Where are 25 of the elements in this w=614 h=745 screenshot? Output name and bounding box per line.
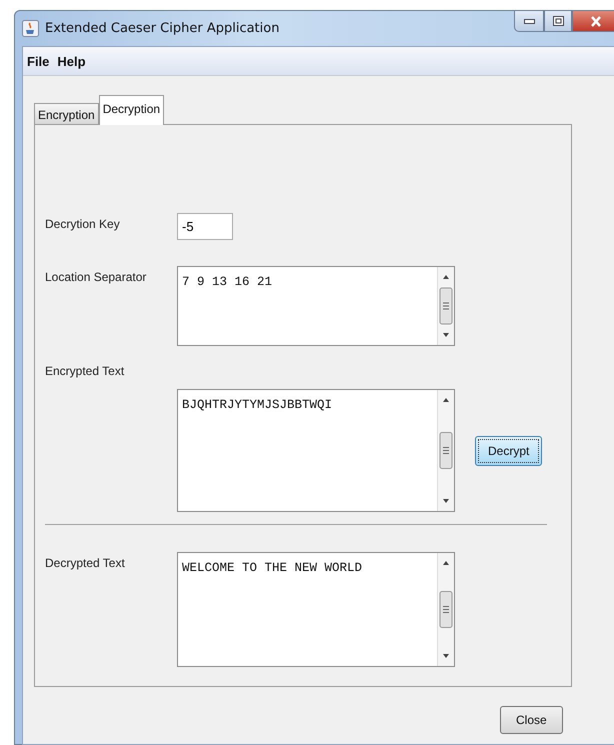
field-label: Decrytion Key xyxy=(45,216,121,231)
scrollbar[interactable] xyxy=(438,267,454,345)
scrollbar[interactable] xyxy=(438,390,454,511)
menu-item[interactable]: Help xyxy=(57,54,86,68)
close-icon xyxy=(590,16,602,26)
scrollbar[interactable] xyxy=(438,553,454,666)
field-label: Location Separator xyxy=(45,269,148,284)
close-button[interactable]: Close xyxy=(500,706,563,734)
window-title: Extended Caeser Cipher Application xyxy=(45,21,280,36)
menu-item[interactable]: File xyxy=(27,54,50,68)
text-area[interactable]: WELCOME TO THE NEW WORLD xyxy=(177,552,455,667)
text-area[interactable]: BJQHTRJYTYMJSJBBTWQI xyxy=(177,389,455,512)
decrypt-button[interactable]: Decrypt xyxy=(475,436,542,466)
text-area[interactable]: 7 9 13 16 21 xyxy=(177,266,455,346)
field-label: Decrypted Text xyxy=(45,555,126,570)
key-field[interactable]: -5 xyxy=(177,213,233,240)
maximize-icon xyxy=(552,16,564,26)
minimize-icon xyxy=(524,18,534,24)
tab[interactable]: Decryption xyxy=(98,95,164,125)
tab[interactable]: Encryption xyxy=(34,103,99,124)
minimize-button[interactable] xyxy=(514,11,544,32)
java-cup-icon xyxy=(22,20,39,37)
field-label: Encrypted Text xyxy=(45,363,126,378)
close-window-button[interactable] xyxy=(572,11,614,32)
maximize-button[interactable] xyxy=(544,11,572,32)
